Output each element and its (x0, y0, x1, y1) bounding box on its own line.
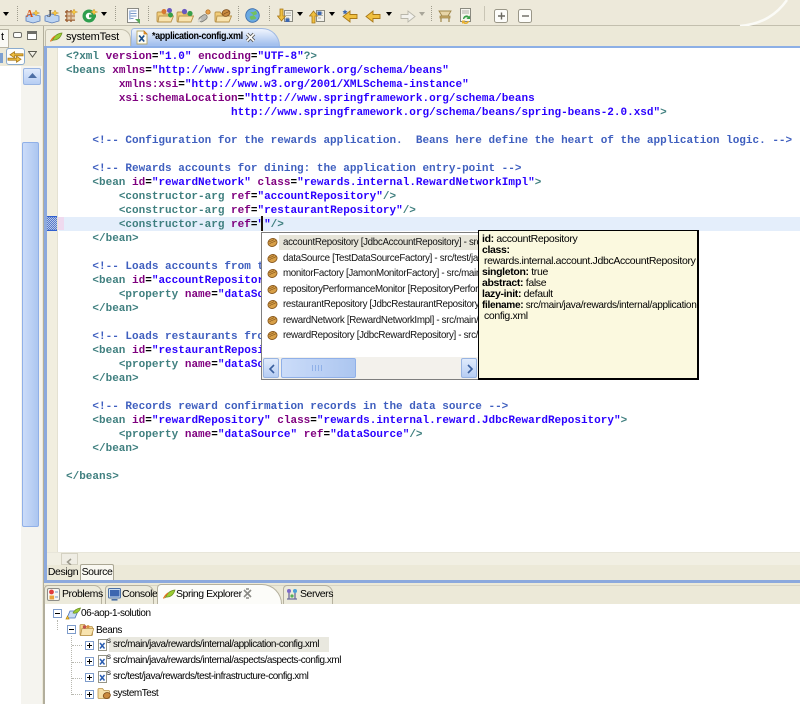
svg-text:S: S (107, 654, 112, 661)
svg-text:S: S (107, 638, 112, 645)
svg-text:A: A (26, 9, 34, 20)
svg-text:S: S (107, 670, 112, 677)
svg-text:J: J (47, 9, 52, 20)
